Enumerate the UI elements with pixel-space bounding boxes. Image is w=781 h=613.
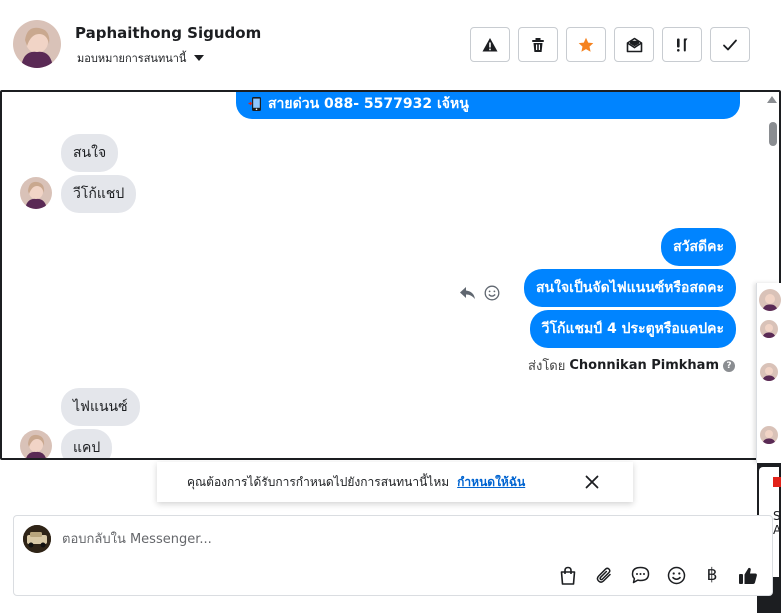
reply-input[interactable] <box>62 528 722 550</box>
assign-to-me-link[interactable]: กำหนดให้ฉัน <box>457 473 525 492</box>
trash-icon <box>532 37 544 52</box>
list-avatar[interactable] <box>760 363 778 381</box>
shop-button[interactable] <box>557 564 579 586</box>
contact-avatar[interactable] <box>13 20 61 68</box>
saved-replies-button[interactable] <box>629 564 651 586</box>
incoming-message[interactable]: ไฟแนนซ์ <box>61 388 140 426</box>
outgoing-message[interactable]: วีโก้แชมป์ 4 ประตูหรือแคปคะ <box>529 310 736 348</box>
attach-button[interactable] <box>593 564 615 586</box>
chat-bubble-icon <box>631 566 649 584</box>
sent-by-name: Chonnikan Pimkham <box>569 358 719 373</box>
mark-unread-button[interactable] <box>614 27 654 62</box>
conversation-list-peek <box>756 283 781 463</box>
inbox-conversation-view: Paphaithong Sigudom มอบหมายการสนทนานี้ ส… <box>0 0 781 613</box>
conversation-toolbar <box>470 27 750 62</box>
payment-button[interactable]: ฿ <box>701 564 723 586</box>
mark-done-button[interactable] <box>710 27 750 62</box>
incoming-message[interactable]: สนใจ <box>61 134 119 172</box>
conversation-header: Paphaithong Sigudom มอบหมายการสนทนานี้ <box>0 0 781 88</box>
paperclip-icon <box>596 567 611 583</box>
reply-composer: ฿ <box>13 515 773 596</box>
list-avatar[interactable] <box>760 426 778 444</box>
assign-label: มอบหมายการสนทนานี้ <box>77 52 187 65</box>
popup-letter: A <box>773 523 781 537</box>
incoming-message[interactable]: วีโก้แชป <box>61 175 137 213</box>
shopping-bag-icon <box>560 566 576 585</box>
pinned-text: สายด่วน 088- 5577932 เจ้หนู <box>268 95 469 112</box>
incoming-message[interactable]: แคป <box>61 429 113 458</box>
baht-currency-icon: ฿ <box>706 565 718 585</box>
message-thread: สายด่วน 088- 5577932 เจ้หนู สนใจ วีโก้แช… <box>0 90 781 460</box>
reply-icon[interactable] <box>459 286 476 300</box>
message-actions <box>459 285 500 301</box>
mobile-phone-icon <box>248 96 264 112</box>
react-emoji-icon[interactable] <box>484 285 500 301</box>
emoji-icon <box>667 566 685 584</box>
emoji-button[interactable] <box>665 564 687 586</box>
assign-suggestion-text: คุณต้องการได้รับการกำหนดไปยังการสนทนานี้… <box>187 474 450 489</box>
calendar-icon <box>773 477 781 487</box>
thumbs-up-icon <box>739 567 757 584</box>
list-avatar[interactable] <box>759 289 781 311</box>
scroll-thumb[interactable] <box>769 122 777 146</box>
caret-down-icon <box>194 55 205 61</box>
mark-spam-button[interactable] <box>470 27 510 62</box>
outgoing-message[interactable]: สวัสดีคะ <box>661 228 736 266</box>
send-like-button[interactable] <box>737 564 759 586</box>
list-avatar[interactable] <box>760 320 778 338</box>
contact-name[interactable]: Paphaithong Sigudom <box>75 24 261 42</box>
mark-unread-icon <box>626 37 642 52</box>
scroll-up-arrow-icon[interactable] <box>767 96 777 103</box>
follow-up-button[interactable] <box>662 27 702 62</box>
assign-suggestion-banner: คุณต้องการได้รับการกำหนดไปยังการสนทนานี้… <box>157 462 633 502</box>
delete-button[interactable] <box>518 27 558 62</box>
done-check-icon <box>723 39 737 50</box>
close-icon[interactable] <box>583 473 601 491</box>
sender-avatar[interactable] <box>20 177 52 209</box>
sent-by-line: ส่งโดย Chonnikan Pimkham ? <box>528 355 735 376</box>
warning-icon <box>482 37 498 51</box>
sent-by-prefix: ส่งโดย <box>528 359 566 374</box>
outgoing-message[interactable]: สนใจเป็นจัดไฟแนนซ์หรือสดคะ <box>524 269 736 307</box>
composer-tools: ฿ <box>557 564 759 586</box>
assign-conversation-dropdown[interactable]: มอบหมายการสนทนานี้ <box>77 49 205 67</box>
pinned-banner[interactable]: สายด่วน 088- 5577932 เจ้หนู <box>236 92 740 119</box>
star-button[interactable] <box>566 27 606 62</box>
urgent-icon <box>677 38 688 52</box>
page-avatar <box>23 525 51 553</box>
star-icon <box>578 37 594 52</box>
popup-letter: S <box>773 509 781 523</box>
sender-avatar[interactable] <box>20 430 52 458</box>
help-icon[interactable]: ? <box>723 359 735 372</box>
